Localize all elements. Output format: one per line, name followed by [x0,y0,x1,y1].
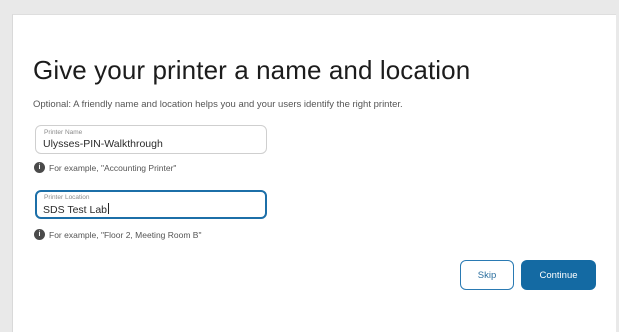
continue-button[interactable]: Continue [521,260,596,290]
printer-name-input[interactable]: Ulysses-PIN-Walkthrough [43,138,163,150]
page-subtitle: Optional: A friendly name and location h… [33,99,403,110]
printer-location-value: SDS Test Lab [43,204,108,216]
skip-button[interactable]: Skip [460,260,514,290]
printer-name-field[interactable]: Printer Name Ulysses-PIN-Walkthrough [35,125,267,154]
info-icon: i [34,162,45,173]
printer-location-input[interactable]: SDS Test Lab [43,203,110,216]
page-title: Give your printer a name and location [33,55,471,85]
printer-location-label: Printer Location [44,194,90,201]
printer-name-label: Printer Name [44,129,83,136]
printer-location-field[interactable]: Printer Location SDS Test Lab [35,190,267,219]
printer-location-hint: i For example, "Floor 2, Meeting Room B" [34,229,201,240]
setup-panel: Give your printer a name and location Op… [12,14,616,332]
text-caret [108,203,110,214]
printer-location-hint-text: For example, "Floor 2, Meeting Room B" [49,229,202,240]
printer-name-hint: i For example, "Accounting Printer" [34,162,176,173]
info-icon: i [34,229,45,240]
printer-name-hint-text: For example, "Accounting Printer" [49,162,177,173]
